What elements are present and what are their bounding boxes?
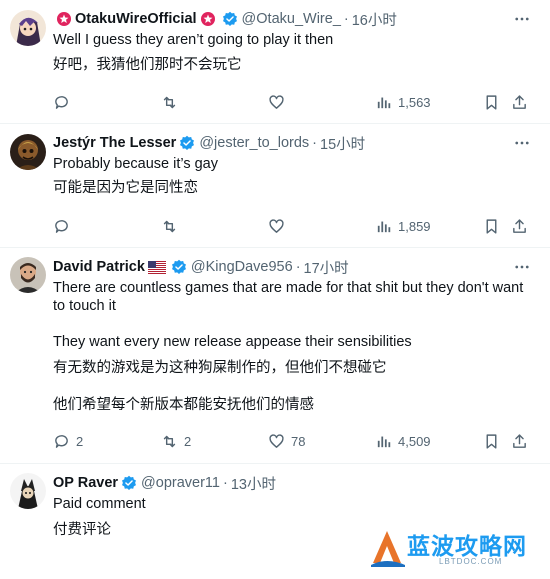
views-count: 1,563 xyxy=(398,94,431,110)
site-watermark: 蓝波攻略网 LBTDOC.COM xyxy=(367,527,542,571)
like-icon xyxy=(268,218,285,235)
verified-icon xyxy=(222,11,238,27)
share-icon xyxy=(511,218,528,235)
timestamp[interactable]: 15小时 xyxy=(320,133,365,154)
action-bar: 1,859 xyxy=(53,216,530,236)
reply-icon xyxy=(53,433,70,450)
tweet-text: They want every new release appease thei… xyxy=(53,334,412,350)
like-icon xyxy=(268,433,285,450)
separator-dot: · xyxy=(343,11,349,27)
tweet-text: to touch it xyxy=(53,298,116,314)
share-button[interactable] xyxy=(511,431,528,451)
handle[interactable]: @Otaku_Wire_ xyxy=(242,11,341,27)
timestamp[interactable]: 13小时 xyxy=(231,473,276,494)
display-name[interactable]: Jestýr The Lesser xyxy=(53,135,176,151)
handle[interactable]: @opraver11 xyxy=(141,475,220,491)
avatar[interactable] xyxy=(10,10,46,46)
reply-button[interactable]: 2 xyxy=(53,431,83,451)
watermark-logo xyxy=(367,529,407,569)
tweet-header: OP Raver @opraver11 · 13小时 xyxy=(53,473,276,493)
bookmark-button[interactable] xyxy=(483,431,500,451)
views-icon xyxy=(375,94,392,111)
reply-button[interactable] xyxy=(53,92,70,112)
like-button[interactable] xyxy=(268,92,285,112)
retweet-button[interactable]: 2 xyxy=(161,431,191,451)
retweet-button[interactable] xyxy=(161,92,178,112)
separator-dot: · xyxy=(295,259,301,275)
like-count: 78 xyxy=(291,433,306,449)
action-bar: 1,563 xyxy=(53,92,530,112)
tweet-text: There are countless games that are made … xyxy=(53,280,524,296)
bookmark-button[interactable] xyxy=(483,216,500,236)
more-icon[interactable] xyxy=(512,9,532,29)
verified-icon xyxy=(171,259,187,275)
like-button[interactable] xyxy=(268,216,285,236)
tweet[interactable]: OtakuWireOfficial @Otaku_Wire_ · 16小时 We… xyxy=(0,0,550,124)
views-icon xyxy=(375,433,392,450)
reply-count: 2 xyxy=(76,433,84,449)
retweet-icon xyxy=(161,218,178,235)
bookmark-icon xyxy=(483,218,500,235)
tweet-text-translation: 有无数的游戏是为这种狗屎制作的，但他们不想碰它 xyxy=(53,360,387,376)
tweet-header: Jestýr The Lesser @jester_to_lords · 15小… xyxy=(53,133,365,153)
retweet-icon xyxy=(161,94,178,111)
tweet-text-translation: 可能是因为它是同性恋 xyxy=(53,180,198,196)
like-icon xyxy=(268,94,285,111)
us-flag-icon xyxy=(147,260,166,274)
watermark-url: LBTDOC.COM xyxy=(439,557,503,566)
views-icon xyxy=(375,218,392,235)
tweet[interactable]: Jestýr The Lesser @jester_to_lords · 15小… xyxy=(0,124,550,248)
display-name[interactable]: David Patrick xyxy=(53,259,145,275)
reply-icon xyxy=(53,218,70,235)
share-icon xyxy=(511,94,528,111)
avatar[interactable] xyxy=(10,134,46,170)
timestamp[interactable]: 17小时 xyxy=(304,257,349,278)
views-count: 1,859 xyxy=(398,218,431,234)
share-icon xyxy=(511,433,528,450)
avatar[interactable] xyxy=(10,473,46,509)
retweet-count: 2 xyxy=(184,433,192,449)
more-icon[interactable] xyxy=(512,257,532,277)
tweet-text: Paid comment xyxy=(53,496,146,512)
watermark-text: 蓝波攻略网 xyxy=(407,533,527,559)
tweet-text-translation: 好吧，我猜他们那时不会玩它 xyxy=(53,57,242,73)
verified-icon xyxy=(179,135,195,151)
avatar[interactable] xyxy=(10,257,46,293)
display-name[interactable]: OP Raver xyxy=(53,475,118,491)
timestamp[interactable]: 16小时 xyxy=(352,9,397,30)
views-button[interactable]: 1,563 xyxy=(375,92,431,112)
tweet-header: David Patrick @KingDave956 · 17小时 xyxy=(53,257,349,277)
display-name[interactable]: OtakuWireOfficial xyxy=(75,11,197,27)
action-bar: 2 2 78 4,509 xyxy=(53,431,530,451)
share-button[interactable] xyxy=(511,92,528,112)
retweet-icon xyxy=(161,433,178,450)
views-button[interactable]: 1,859 xyxy=(375,216,431,236)
tweet-text-translation: 他们希望每个新版本都能安抚他们的情感 xyxy=(53,397,314,413)
bookmark-icon xyxy=(483,94,500,111)
tweet[interactable]: David Patrick @KingDave956 · 17小时 There … xyxy=(0,248,550,464)
views-button[interactable]: 4,509 xyxy=(375,431,431,451)
bookmark-icon xyxy=(483,433,500,450)
verified-icon xyxy=(121,475,137,491)
views-count: 4,509 xyxy=(398,433,431,449)
like-button[interactable]: 78 xyxy=(268,431,305,451)
tweet-text: Well I guess they aren’t going to play i… xyxy=(53,32,334,48)
more-icon[interactable] xyxy=(512,133,532,153)
tweet-header: OtakuWireOfficial @Otaku_Wire_ · 16小时 xyxy=(53,9,397,29)
share-button[interactable] xyxy=(511,216,528,236)
reply-icon xyxy=(53,94,70,111)
badge-emoji-icon xyxy=(56,11,72,27)
reply-button[interactable] xyxy=(53,216,70,236)
badge-emoji-icon xyxy=(200,11,216,27)
separator-dot: · xyxy=(222,475,228,491)
separator-dot: · xyxy=(312,135,317,151)
bookmark-button[interactable] xyxy=(483,92,500,112)
handle[interactable]: @KingDave956 xyxy=(191,259,293,275)
handle[interactable]: @jester_to_lords xyxy=(199,135,309,151)
tweet-text: Probably because it’s gay xyxy=(53,156,218,172)
retweet-button[interactable] xyxy=(161,216,178,236)
